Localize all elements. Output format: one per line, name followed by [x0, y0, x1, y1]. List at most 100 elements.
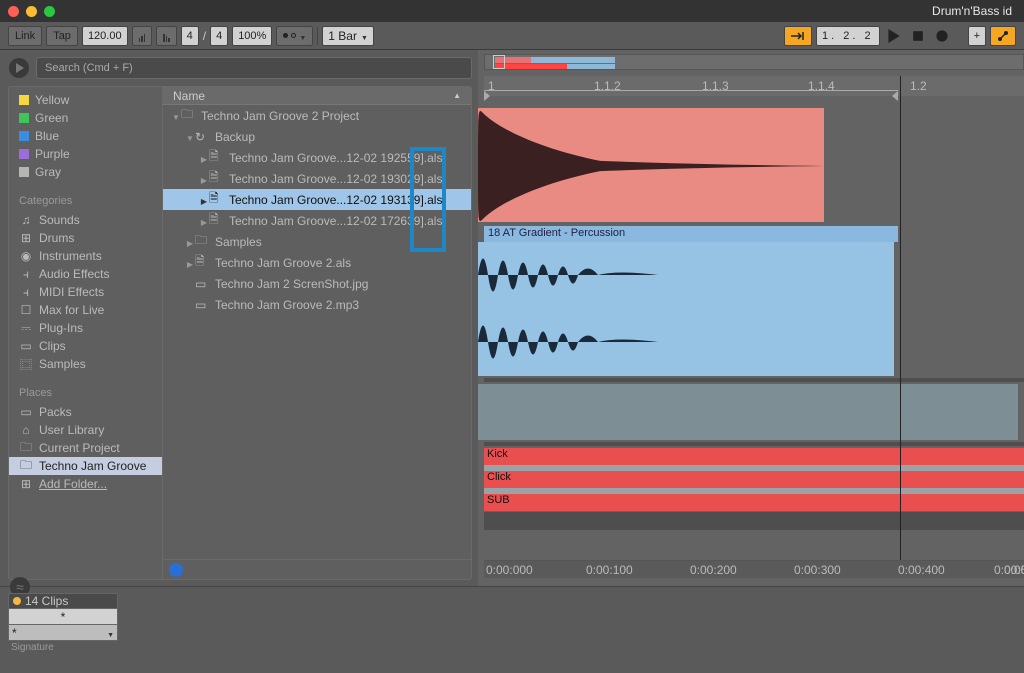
backup-folder-row[interactable]: ↻Backup	[163, 126, 471, 147]
browser-footer	[163, 559, 471, 579]
tap-tempo-button[interactable]: Tap	[46, 26, 78, 46]
add-folder-icon: ⊞	[19, 477, 33, 491]
midi-effects-icon: ⫞	[19, 285, 33, 299]
category-sounds[interactable]: ♫Sounds	[9, 211, 162, 229]
als-file-icon: 🗎	[195, 256, 211, 270]
titlebar: Drum'n'Bass id	[0, 0, 1024, 22]
category-plugins[interactable]: ⎓Plug-Ins	[9, 319, 162, 337]
als-file-icon: 🗎	[209, 172, 225, 186]
audio-file-row[interactable]: ▭Techno Jam Groove 2.mp3	[163, 294, 471, 315]
als-file-icon: 🗎	[209, 151, 225, 165]
close-window-icon[interactable]	[8, 6, 19, 17]
place-current-project[interactable]: 🗀Current Project	[9, 439, 162, 457]
place-user-library[interactable]: ⌂User Library	[9, 421, 162, 439]
stop-button[interactable]	[908, 26, 928, 46]
loop-brace[interactable]	[484, 90, 898, 100]
place-add-folder[interactable]: ⊞Add Folder...	[9, 475, 162, 493]
collection-yellow[interactable]: Yellow	[9, 91, 162, 109]
als-file-row[interactable]: 🗎Techno Jam Groove 2.als	[163, 252, 471, 273]
project-folder-icon: 🗀	[181, 109, 197, 123]
plugins-icon: ⎓	[19, 321, 33, 335]
file-list-header[interactable]: Name ▲	[163, 87, 471, 105]
als-file-icon: 🗎	[209, 214, 225, 228]
time-sig-numerator[interactable]: 4	[181, 26, 199, 46]
track-divider[interactable]	[484, 378, 1024, 382]
category-instruments[interactable]: ◉Instruments	[9, 247, 162, 265]
category-midi-effects[interactable]: ⫞MIDI Effects	[9, 283, 162, 301]
midi-clip-kick-2[interactable]	[906, 448, 1024, 465]
collection-purple[interactable]: Purple	[9, 145, 162, 163]
empty-audio-clip[interactable]	[478, 384, 1018, 440]
audio-clip-waveform-2[interactable]	[478, 242, 894, 376]
note-icon: ♫	[19, 213, 33, 227]
clip-properties-box: 14 Clips * * Signature	[8, 593, 118, 653]
als-file-row-selected[interactable]: 🗎Techno Jam Groove...12-02 193139].als	[163, 189, 471, 210]
window-title: Drum'n'Bass id	[55, 4, 1016, 18]
track-divider[interactable]	[484, 442, 1024, 446]
arrangement-overview[interactable]	[484, 54, 1024, 70]
zoom-window-icon[interactable]	[44, 6, 55, 17]
als-file-row[interactable]: 🗎Techno Jam Groove...12-02 192559].als	[163, 147, 471, 168]
place-packs[interactable]: ▭Packs	[9, 403, 162, 421]
detail-view: 14 Clips * * Signature	[0, 586, 1024, 673]
als-file-icon: 🗎	[209, 193, 225, 207]
follow-button[interactable]	[784, 26, 812, 46]
instruments-icon: ◉	[19, 249, 33, 263]
tempo-nudge-up[interactable]	[156, 26, 177, 46]
record-button[interactable]	[932, 26, 952, 46]
collection-gray[interactable]: Gray	[9, 163, 162, 181]
time-sig-denominator[interactable]: 4	[210, 26, 228, 46]
collection-green[interactable]: Green	[9, 109, 162, 127]
clip-dropdown[interactable]: *	[8, 625, 118, 641]
clip-field[interactable]: *	[8, 609, 118, 625]
clips-count-label: 14 Clips	[25, 594, 68, 608]
midi-overdub-button[interactable]: +	[968, 26, 986, 46]
clips-header[interactable]: 14 Clips	[8, 593, 118, 609]
midi-clip-click-2[interactable]	[906, 471, 1024, 488]
category-audio-effects[interactable]: ⫞Audio Effects	[9, 265, 162, 283]
place-techno-jam-groove[interactable]: 🗀Techno Jam Groove	[9, 457, 162, 475]
tempo-nudge-down[interactable]	[132, 26, 153, 46]
file-list-pane: Name ▲ 🗀Techno Jam Groove 2 Project ↻Bac…	[163, 87, 471, 579]
samples-folder-row[interactable]: 🗀Samples	[163, 231, 471, 252]
project-folder-row[interactable]: 🗀Techno Jam Groove 2 Project	[163, 105, 471, 126]
categories-heading: Categories	[9, 191, 162, 211]
arrangement-position[interactable]: 1. 2. 2	[816, 26, 880, 46]
browser-sidebar: Yellow Green Blue Purple Gray Categories…	[9, 87, 163, 579]
time-ruler[interactable]: 0:00:000 0:00:100 0:00:200 0:00:300 0:00…	[484, 560, 1024, 578]
search-input[interactable]: Search (Cmd + F)	[36, 57, 472, 79]
control-bar: Link Tap 120.00 4 / 4 100% 1 Bar 1. 2. 2…	[0, 22, 1024, 50]
als-file-row[interactable]: 🗎Techno Jam Groove...12-02 193029].als	[163, 168, 471, 189]
metronome-button[interactable]	[276, 26, 313, 46]
als-file-row[interactable]: 🗎Techno Jam Groove...12-02 172639].als	[163, 210, 471, 231]
zoom-field[interactable]: 100%	[232, 26, 272, 46]
track-divider[interactable]	[484, 512, 1024, 530]
minimize-window-icon[interactable]	[26, 6, 37, 17]
audio-clip-header[interactable]: 18 AT Gradient - Percussion	[484, 226, 898, 242]
image-file-icon: ▭	[195, 277, 211, 291]
max-icon: ☐	[19, 303, 33, 317]
audio-clip-waveform-1[interactable]	[478, 108, 824, 222]
arrangement-view[interactable]: 1 1.1.2 1.1.3 1.1.4 1.2 18 AT Gradient -…	[478, 50, 1024, 586]
collection-blue[interactable]: Blue	[9, 127, 162, 145]
tempo-field[interactable]: 120.00	[82, 26, 128, 46]
preview-play-icon[interactable]	[8, 57, 30, 79]
image-file-row[interactable]: ▭Techno Jam 2 ScrenShot.jpg	[163, 273, 471, 294]
time-sig-slash: /	[203, 29, 206, 43]
midi-clip-sub-2[interactable]	[906, 494, 1024, 511]
link-button[interactable]: Link	[8, 26, 42, 46]
category-drums[interactable]: ⊞Drums	[9, 229, 162, 247]
category-clips[interactable]: ▭Clips	[9, 337, 162, 355]
quantize-menu[interactable]: 1 Bar	[322, 26, 374, 46]
user-library-icon: ⌂	[19, 423, 33, 437]
folder-icon: 🗀	[195, 235, 211, 249]
category-samples[interactable]: ⿴Samples	[9, 355, 162, 373]
clips-icon: ▭	[19, 339, 33, 353]
globe-icon[interactable]	[169, 563, 183, 577]
play-button[interactable]	[884, 26, 904, 46]
automation-arm-button[interactable]	[990, 26, 1016, 46]
status-dot-icon	[13, 597, 21, 605]
sort-indicator-icon: ▲	[453, 91, 461, 100]
folder-icon: 🗀	[19, 441, 33, 455]
category-max-for-live[interactable]: ☐Max for Live	[9, 301, 162, 319]
